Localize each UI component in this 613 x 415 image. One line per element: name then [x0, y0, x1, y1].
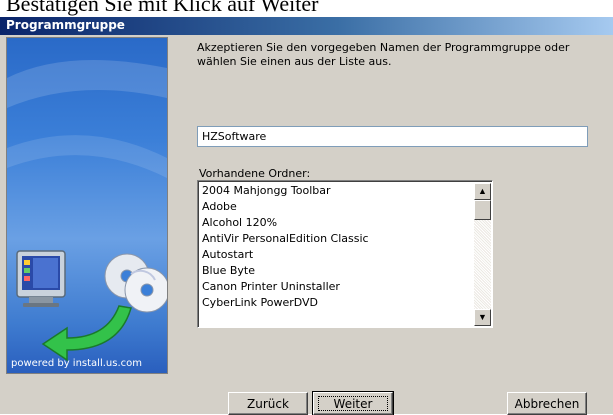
- cancel-button[interactable]: Abbrechen: [507, 392, 587, 415]
- folders-list-label: Vorhandene Ordner:: [199, 167, 311, 180]
- side-panel-graphic: powered by install.us.com: [6, 37, 168, 374]
- existing-folders-listbox[interactable]: 2004 Mahjongg Toolbar Adobe Alcohol 120%…: [197, 180, 493, 328]
- list-item[interactable]: CyberLink PowerDVD: [202, 295, 468, 311]
- vertical-scrollbar[interactable]: ▲ ▼: [474, 183, 491, 326]
- caption-strip: Bestätigen Sie mit Klick auf Weiter: [0, 0, 613, 17]
- scroll-up-arrow-icon[interactable]: ▲: [474, 183, 491, 200]
- back-button-label: Zurück: [247, 396, 289, 411]
- cancel-button-label: Abbrechen: [514, 396, 580, 411]
- program-group-name-input[interactable]: [197, 126, 588, 147]
- green-arrow-icon: [41, 305, 132, 362]
- list-item[interactable]: Adobe: [202, 199, 468, 215]
- computer-monitor-icon: [16, 250, 66, 307]
- dialog-title: Programmgruppe: [6, 18, 125, 32]
- dialog-titlebar: Programmgruppe: [0, 17, 613, 35]
- scroll-down-arrow-icon[interactable]: ▼: [474, 309, 491, 326]
- side-panel-art: [7, 60, 167, 362]
- list-item[interactable]: Blue Byte: [202, 263, 468, 279]
- cd-disc-icon: [104, 253, 167, 313]
- back-button[interactable]: Zurück: [228, 392, 308, 415]
- list-item[interactable]: Autostart: [202, 247, 468, 263]
- list-item[interactable]: AntiVir PersonalEdition Classic: [202, 231, 468, 247]
- powered-by-label: powered by install.us.com: [11, 358, 143, 369]
- instruction-text: Akzeptieren Sie den vorgegeben Namen der…: [197, 41, 570, 68]
- list-item[interactable]: 2004 Mahjongg Toolbar: [202, 183, 468, 199]
- list-item[interactable]: Canon Printer Uninstaller: [202, 279, 468, 295]
- page-caption: Bestätigen Sie mit Klick auf Weiter: [6, 0, 319, 16]
- scrollbar-thumb[interactable]: [474, 200, 491, 220]
- folders-list-items: 2004 Mahjongg Toolbar Adobe Alcohol 120%…: [202, 183, 468, 311]
- list-item[interactable]: Alcohol 120%: [202, 215, 468, 231]
- dialog-body: powered by install.us.com Akzeptieren Si…: [0, 35, 613, 415]
- next-button[interactable]: Weiter: [312, 391, 394, 415]
- next-button-label: Weiter: [333, 396, 373, 411]
